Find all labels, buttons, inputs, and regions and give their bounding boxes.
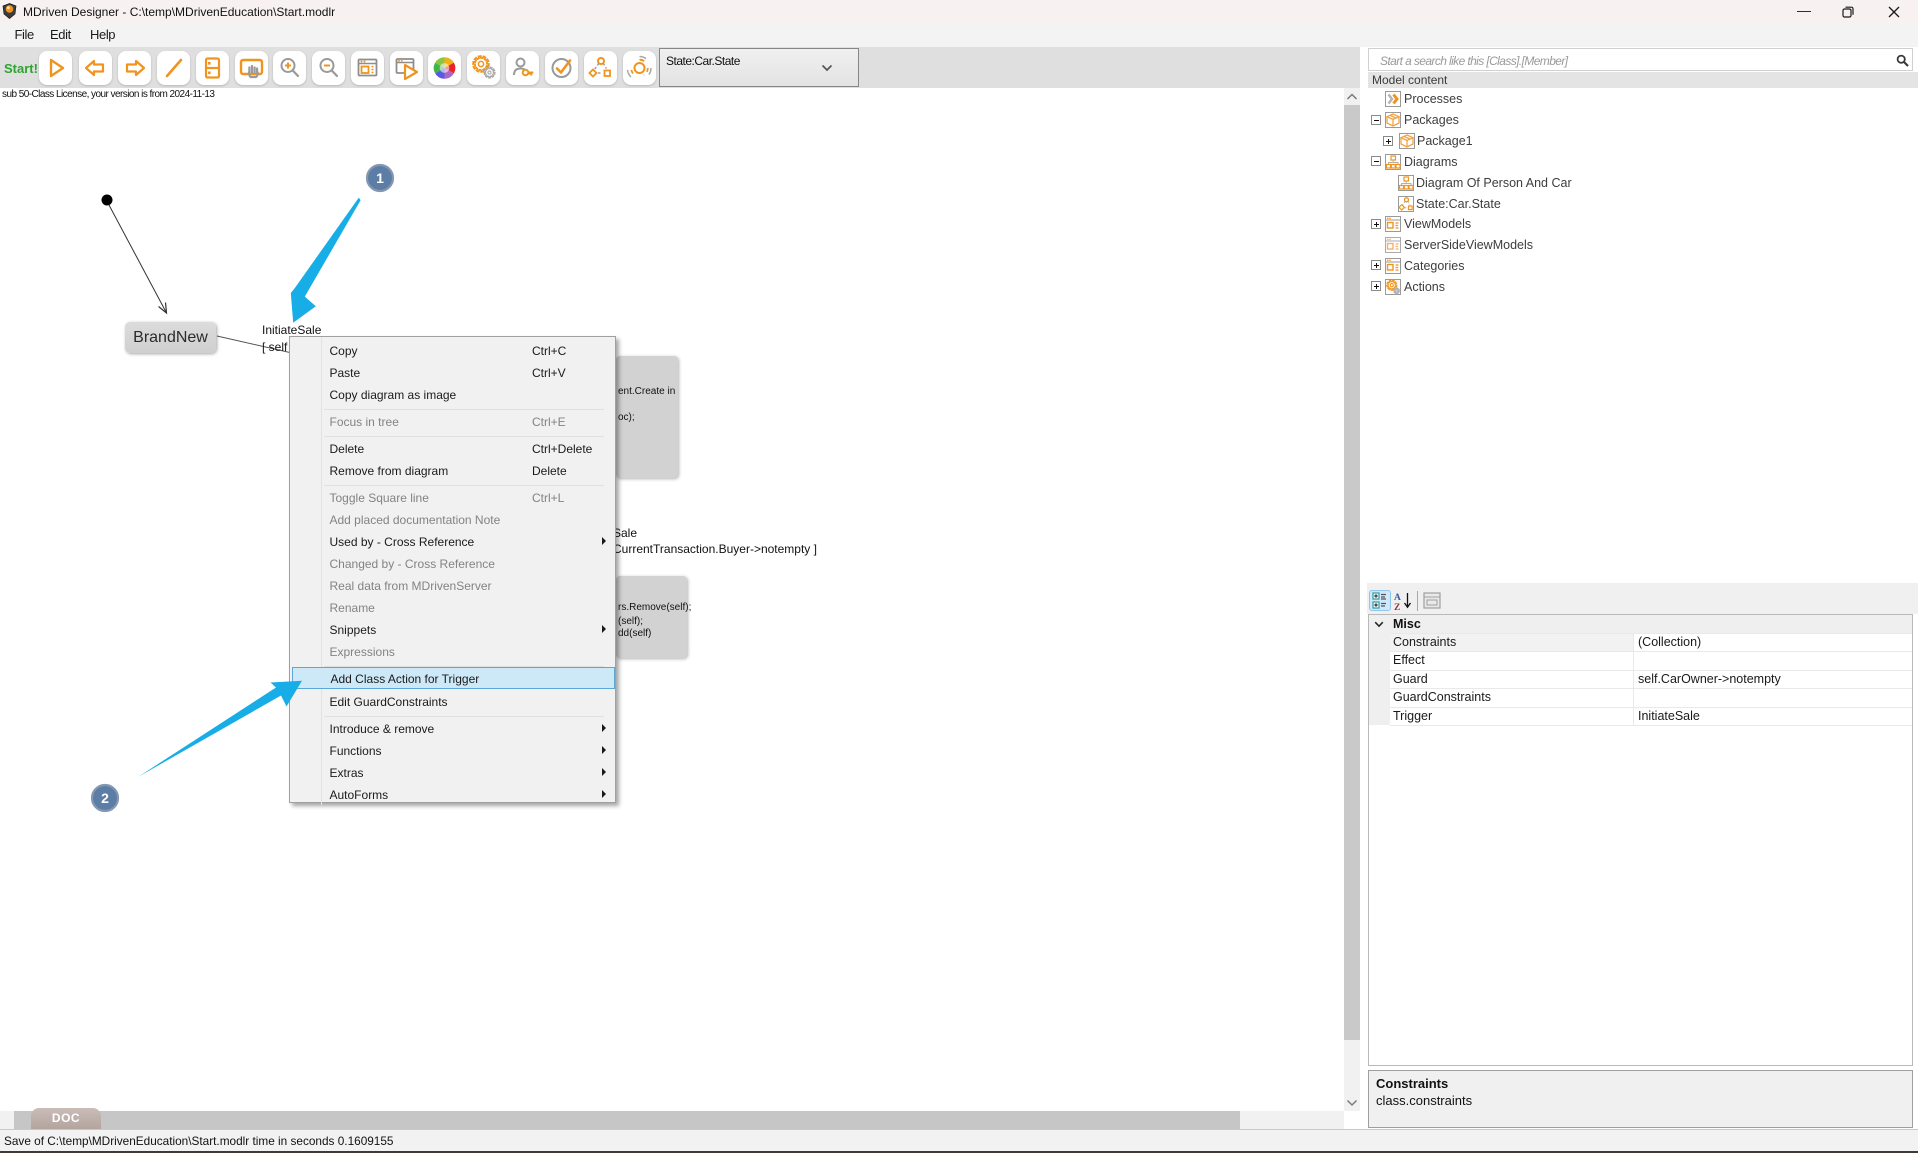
svg-text:Z: Z	[1394, 603, 1400, 611]
svg-text:2: 2	[101, 790, 109, 806]
svg-text:A: A	[1394, 593, 1401, 603]
svg-text:1: 1	[376, 170, 384, 186]
